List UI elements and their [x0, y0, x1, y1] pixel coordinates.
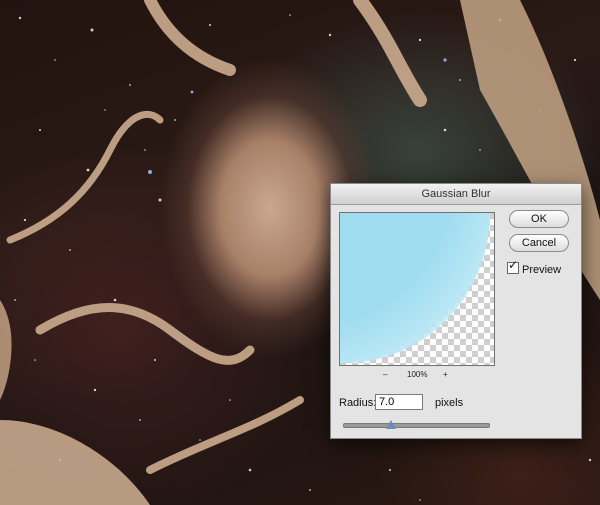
preview-zoom-bar: – 100% + — [339, 370, 495, 382]
radius-slider[interactable] — [343, 420, 490, 432]
radius-input[interactable] — [375, 394, 423, 410]
zoom-out-button[interactable]: – — [383, 370, 387, 379]
slider-track[interactable] — [343, 423, 490, 428]
preview-checkbox[interactable]: ✓ Preview — [507, 258, 562, 276]
ok-button[interactable]: OK — [509, 210, 569, 228]
dialog-title[interactable]: Gaussian Blur — [331, 184, 581, 205]
checkmark-icon: ✓ — [508, 258, 519, 272]
gaussian-blur-dialog: Gaussian Blur – 100% + OK Cancel ✓ Previe… — [330, 183, 582, 439]
preview-image — [340, 213, 490, 363]
radius-unit-label: pixels — [435, 397, 464, 409]
zoom-in-button[interactable]: + — [443, 370, 448, 379]
zoom-level-text: 100% — [407, 370, 428, 379]
slider-thumb[interactable] — [385, 420, 396, 429]
blur-preview-pane[interactable] — [339, 212, 495, 366]
radius-label: Radius: — [339, 397, 377, 409]
checkbox-box[interactable]: ✓ — [507, 258, 519, 274]
cancel-button[interactable]: Cancel — [509, 234, 569, 252]
preview-checkbox-label: Preview — [522, 264, 562, 276]
